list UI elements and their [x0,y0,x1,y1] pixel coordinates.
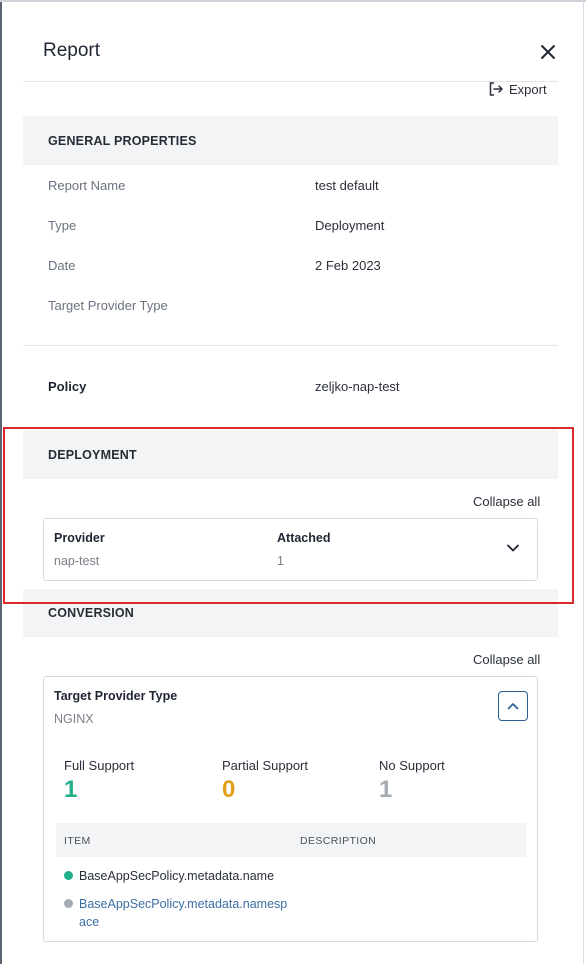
export-button[interactable]: Export [488,80,547,98]
target-provider-type-label: Target Provider Type [54,689,178,703]
full-support-count: 1 [64,776,78,803]
section-title: DEPLOYMENT [48,448,137,462]
general-properties-header: GENERAL PROPERTIES [23,116,558,165]
target-provider-type-label: Target Provider Type [48,298,168,313]
type-label: Type [48,218,77,233]
date-value: 2 Feb 2023 [315,258,381,273]
status-dot-none [64,899,73,908]
no-support-label: No Support [379,758,445,773]
provider-label: Provider [54,531,105,545]
deployment-provider-card[interactable]: Provider nap-test Attached 1 [43,518,538,581]
attached-value: 1 [277,554,284,568]
deployment-collapse-all[interactable]: Collapse all [473,494,540,509]
policy-label: Policy [48,379,87,394]
table-row-item-link[interactable]: BaseAppSecPolicy.metadata.namespace [79,895,289,931]
panel-title: Report [43,40,101,61]
type-value: Deployment [315,218,385,233]
panel-top-border [0,0,586,2]
column-description: DESCRIPTION [300,835,377,847]
export-icon [489,82,503,96]
panel-right-border [583,0,584,964]
header-divider [23,81,558,82]
chevron-down-icon[interactable] [504,539,522,557]
date-label: Date [48,258,76,273]
report-name-label: Report Name [48,178,126,193]
attached-label: Attached [277,531,331,545]
deployment-header: DEPLOYMENT [23,430,558,479]
partial-support-label: Partial Support [222,758,308,773]
report-name-value: test default [315,178,379,193]
collapse-card-button[interactable] [498,691,528,721]
section-title: GENERAL PROPERTIES [48,134,197,148]
conversion-header: CONVERSION [23,589,558,637]
panel-left-border [0,0,2,964]
no-support-count: 1 [379,776,393,803]
conversion-collapse-all[interactable]: Collapse all [473,652,540,667]
status-dot-full [64,871,73,880]
section-title: CONVERSION [48,606,135,620]
policy-divider [23,345,558,346]
policy-value: zeljko-nap-test [315,379,400,394]
target-provider-type-value: NGINX [54,712,94,726]
close-icon [541,45,555,59]
items-table-header: ITEM DESCRIPTION [56,823,526,857]
partial-support-count: 0 [222,776,236,803]
full-support-label: Full Support [64,758,135,773]
column-item: ITEM [64,835,91,847]
table-row-item: BaseAppSecPolicy.metadata.name [79,869,275,883]
scrollbar-track[interactable] [558,96,567,964]
export-label: Export [509,81,547,97]
chevron-up-icon [507,703,519,710]
provider-value: nap-test [54,554,100,568]
close-button[interactable] [536,40,560,64]
